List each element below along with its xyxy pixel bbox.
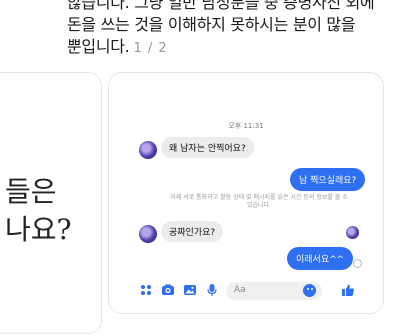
mic-icon[interactable] <box>205 283 219 297</box>
outgoing-message: 남 찍으실래요? <box>290 168 366 191</box>
caption-line: 돈을 쓰는 것을 이해하지 못하시는 분이 많을 <box>67 15 356 34</box>
card-text-line: 들은 <box>5 175 57 208</box>
post-caption: 않습니다. 그냥 일반 남성분들 중 증명사진 외에 돈을 쓰는 것을 이해하지… <box>67 0 387 60</box>
outgoing-message: 이래서요^^ <box>287 247 354 270</box>
message-input[interactable]: Aa <box>226 282 322 300</box>
image-icon[interactable] <box>183 283 197 297</box>
caption-line: 뿐입니다. 1 / 2 <box>67 36 387 60</box>
message-input-placeholder: Aa <box>234 285 246 295</box>
camera-icon[interactable] <box>161 283 175 297</box>
caption-line-text: 뿐입니다. <box>67 37 130 56</box>
caption-line: 않습니다. 그냥 일반 남성분들 중 증명사진 외에 <box>67 0 375 12</box>
sent-status-icon <box>353 259 362 268</box>
chat-timestamp: 오후 11:31 <box>228 122 264 130</box>
seen-avatar <box>346 226 359 239</box>
image-card-left[interactable]: 들은 나요? <box>0 72 102 334</box>
emoji-icon[interactable] <box>303 284 316 297</box>
page-indicator[interactable]: 1 / 2 <box>133 41 167 56</box>
incoming-message: 왜 남자는 안찍어요? <box>161 137 254 158</box>
card-text-line: 나요? <box>5 213 72 246</box>
incoming-message: 공짜인가요? <box>161 221 224 242</box>
message-composer: Aa <box>109 279 383 303</box>
avatar <box>139 225 157 243</box>
chat-notice: 이제 서로 통화하고 활동 상태 및 메시지를 읽은 시간 등의 정보를 볼 수… <box>170 194 348 209</box>
like-icon[interactable] <box>341 283 355 297</box>
image-card-chat[interactable]: 오후 11:31 왜 남자는 안찍어요? 남 찍으실래요? 이제 서로 통화하고… <box>108 72 384 314</box>
apps-icon[interactable] <box>139 283 153 297</box>
avatar <box>139 141 157 159</box>
